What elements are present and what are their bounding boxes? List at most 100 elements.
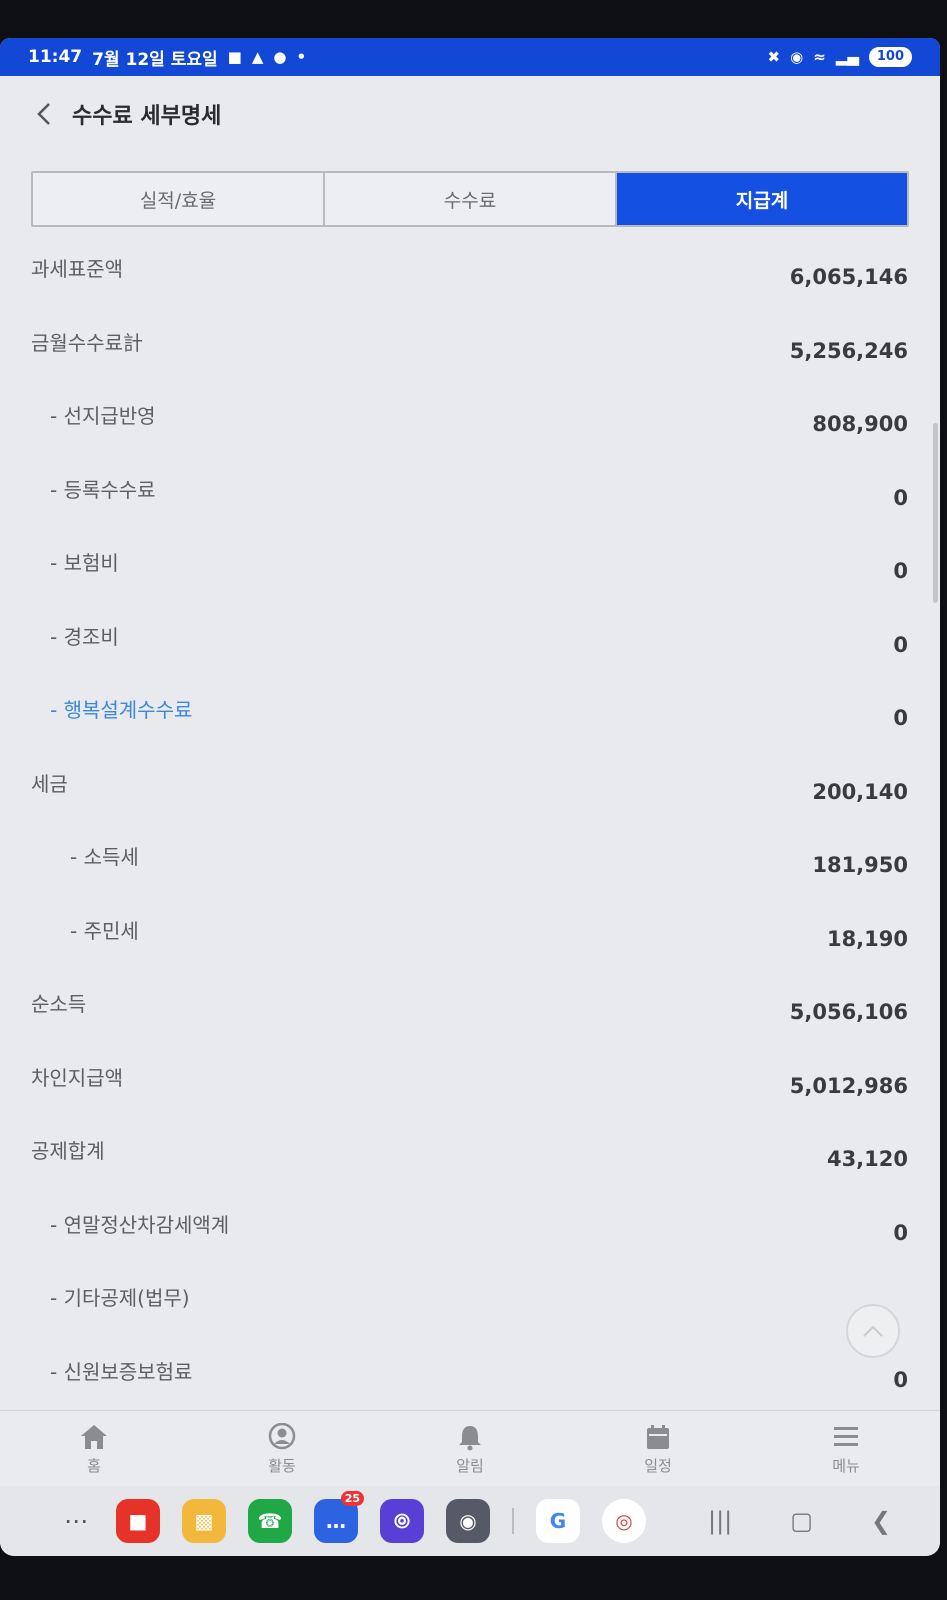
wifi-icon: ≈: [813, 47, 826, 66]
nav-label: 활동: [268, 1456, 296, 1475]
nav-notifications[interactable]: 알림: [376, 1411, 564, 1487]
chevron-up-icon: [863, 1325, 883, 1337]
list-item: 공제합계 43,120: [0, 1117, 940, 1191]
row-value: 0: [893, 559, 908, 583]
device-screen: 11:47 7월 12일 토요일 ■ ▲ ● • ✖ ◉ ≈ ▂▄ 100 수수…: [0, 38, 940, 1556]
folder-app-icon[interactable]: ▩: [182, 1499, 226, 1543]
row-label: - 기타공제(법무): [50, 1286, 190, 1310]
row-value: 0: [893, 706, 908, 730]
battery-icon: 100: [868, 47, 912, 67]
app-dock: ⋯ ■ ▩ ☎ … 25 ⦾ ◉ G ◎ ||| ▢ ❮: [0, 1486, 940, 1556]
status-time: 11:47: [28, 47, 83, 67]
bottom-nav: 홈 활동 알림 일정 메뉴: [0, 1410, 940, 1487]
row-label: 공제합계: [31, 1139, 105, 1163]
messages-app-icon[interactable]: … 25: [314, 1491, 364, 1543]
tab-performance[interactable]: 실적/효율: [33, 173, 323, 225]
row-value: 200,140: [812, 779, 908, 804]
mute-icon: ✖: [767, 47, 781, 66]
nav-activity[interactable]: 활동: [188, 1411, 376, 1487]
row-label: 순소득: [31, 992, 87, 1016]
list-item: - 보험비 0: [0, 529, 940, 603]
list-item: 금월수수료計 5,256,246: [0, 309, 940, 383]
notification-bag-icon: ■: [227, 47, 242, 66]
tab-payment-total[interactable]: 지급계: [615, 173, 907, 225]
app-drawer-icon[interactable]: ⋯: [58, 1507, 94, 1535]
browser-app-icon[interactable]: ⦾: [380, 1499, 424, 1543]
list-item: 순소득 5,056,106: [0, 970, 940, 1044]
row-value: 5,056,106: [789, 1000, 908, 1024]
system-back-icon[interactable]: ❮: [871, 1507, 891, 1535]
signal-icon: ▂▄: [835, 47, 859, 66]
detail-list: 과세표준액 6,065,146 금월수수료計 5,256,246 - 선지급반영…: [0, 235, 940, 1411]
row-value: 808,900: [812, 412, 908, 436]
list-item: - 등록수수료 0: [0, 456, 940, 530]
nav-label: 알림: [456, 1456, 484, 1475]
row-value: 0: [893, 485, 908, 510]
list-item[interactable]: - 행복설계수수료 0: [0, 676, 940, 750]
recent-apps-icon[interactable]: |||: [708, 1507, 732, 1535]
nav-label: 일정: [644, 1456, 672, 1475]
list-item: 세금 200,140: [0, 750, 940, 824]
row-value: 43,120: [826, 1147, 908, 1171]
nav-label: 홈: [87, 1456, 101, 1475]
chrome-app-icon[interactable]: ◎: [602, 1499, 646, 1543]
row-label: - 등록수수료: [50, 477, 156, 502]
row-label: 세금: [31, 771, 68, 796]
row-value: 181,950: [812, 853, 908, 877]
warning-icon: ▲: [251, 47, 264, 66]
row-value: 0: [893, 1220, 908, 1245]
list-item: - 선지급반영 808,900: [0, 382, 940, 456]
bell-icon: [459, 1425, 481, 1450]
tab-commission[interactable]: 수수료: [323, 173, 615, 225]
row-value: 0: [893, 632, 908, 657]
nav-menu[interactable]: 메뉴: [752, 1411, 940, 1487]
list-item: 과세표준액 6,065,146: [0, 235, 940, 309]
scrollbar[interactable]: [933, 423, 938, 603]
person-icon: [268, 1422, 296, 1449]
camera-app-icon[interactable]: ◉: [446, 1499, 490, 1543]
chevron-left-icon: [37, 103, 50, 125]
list-item: - 기타공제(법무): [0, 1264, 940, 1338]
dock-divider: [512, 1508, 514, 1534]
status-date: 7월 12일 토요일: [92, 49, 218, 70]
nav-label: 메뉴: [832, 1456, 860, 1475]
tab-bar: 실적/효율 수수료 지급계: [31, 171, 909, 227]
row-label: 차인지급액: [31, 1065, 123, 1090]
row-label: 과세표준액: [31, 257, 123, 281]
calendar-icon: [647, 1424, 669, 1449]
scroll-to-top-button[interactable]: [846, 1304, 900, 1358]
row-value: 5,012,986: [789, 1073, 908, 1098]
dot-icon: •: [296, 47, 307, 66]
app-header: 수수료 세부명세: [0, 76, 940, 152]
list-item: - 주민세 18,190: [0, 897, 940, 971]
row-label: - 연말정산차감세액계: [50, 1212, 230, 1237]
home-icon: [81, 1424, 107, 1449]
notes-app-icon[interactable]: ■: [116, 1499, 160, 1543]
chat-icon: ●: [273, 47, 287, 66]
home-button-icon[interactable]: ▢: [790, 1507, 813, 1535]
row-label: - 소득세: [70, 845, 139, 869]
row-label: - 신원보증보험료: [50, 1359, 193, 1384]
row-label: - 주민세: [70, 918, 139, 943]
row-label: 금월수수료計: [31, 330, 143, 355]
row-label: - 선지급반영: [50, 404, 156, 428]
row-label: - 경조비: [50, 624, 119, 649]
row-value: 5,256,246: [789, 338, 908, 363]
row-label: - 보험비: [50, 551, 119, 575]
nav-schedule[interactable]: 일정: [564, 1411, 752, 1487]
row-value: 18,190: [826, 926, 908, 951]
list-item: - 경조비 0: [0, 603, 940, 677]
location-icon: ◉: [790, 47, 804, 66]
list-item: - 신원보증보험료 0: [0, 1338, 940, 1412]
happy-plan-commission-link[interactable]: - 행복설계수수료: [50, 694, 192, 723]
list-item: - 소득세 181,950: [0, 823, 940, 897]
page-title: 수수료 세부명세: [72, 104, 222, 129]
row-value: 0: [893, 1367, 908, 1392]
list-item: - 연말정산차감세액계 0: [0, 1191, 940, 1265]
status-bar: 11:47 7월 12일 토요일 ■ ▲ ● • ✖ ◉ ≈ ▂▄ 100: [0, 38, 940, 76]
row-value: 6,065,146: [789, 265, 908, 289]
google-app-icon[interactable]: G: [536, 1499, 580, 1543]
phone-app-icon[interactable]: ☎: [248, 1499, 292, 1543]
back-button[interactable]: [24, 94, 64, 134]
nav-home[interactable]: 홈: [0, 1411, 188, 1487]
